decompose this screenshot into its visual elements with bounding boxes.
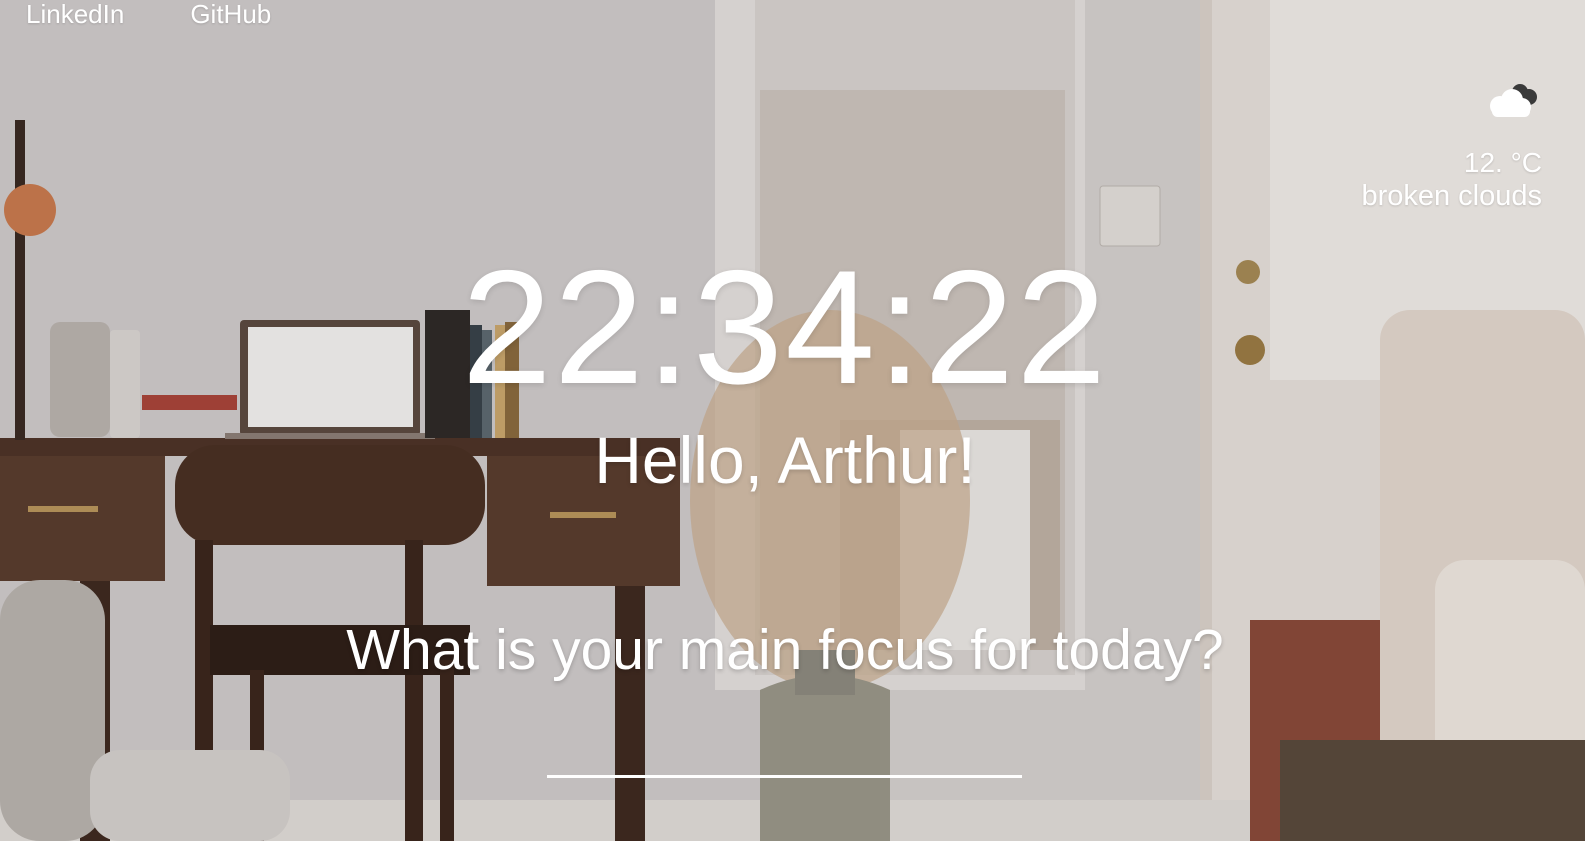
background-photo	[0, 0, 1585, 841]
weather-description: broken clouds	[1361, 180, 1542, 212]
focus-question: What is your main focus for today?	[346, 618, 1224, 682]
weather-temperature: 12. °C	[1463, 147, 1542, 178]
github-link[interactable]: GitHub	[190, 0, 271, 32]
greeting-text: Hello, Arthur!	[594, 423, 976, 497]
linkedin-link[interactable]: LinkedIn	[26, 0, 124, 32]
top-links: LinkedIn GitHub	[26, 0, 271, 32]
clock-time: 22:34:22	[461, 237, 1109, 418]
broken-clouds-icon	[1484, 78, 1542, 122]
weather-widget: 12. °C broken clouds	[1361, 78, 1542, 213]
focus-input[interactable]	[547, 735, 1022, 778]
